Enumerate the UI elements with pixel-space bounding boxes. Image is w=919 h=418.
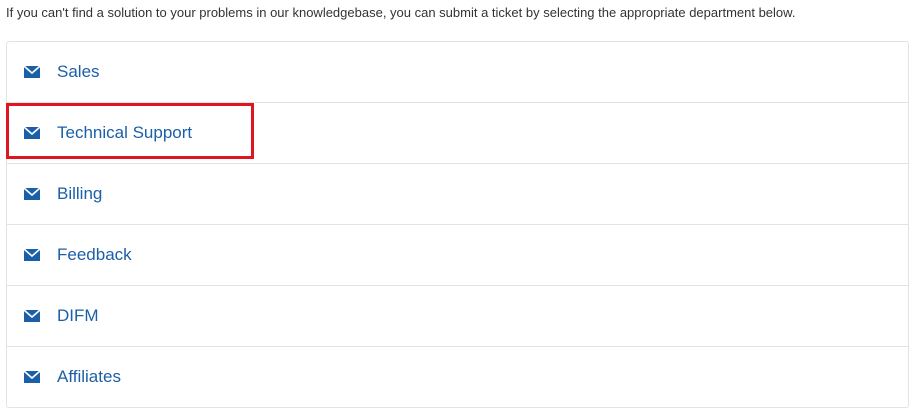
department-label[interactable]: Technical Support [57,123,192,143]
envelope-icon [24,127,40,139]
intro-text: If you can't find a solution to your pro… [6,5,796,20]
department-item-affiliates[interactable]: Affiliates [7,347,908,407]
department-item-technical-support[interactable]: Technical Support [7,103,908,164]
department-list: Sales Technical Support Billing Feedback… [6,41,909,408]
department-label[interactable]: DIFM [57,306,99,326]
department-item-difm[interactable]: DIFM [7,286,908,347]
department-label[interactable]: Sales [57,62,100,82]
department-item-sales[interactable]: Sales [7,42,908,103]
envelope-icon [24,249,40,261]
envelope-icon [24,188,40,200]
department-item-billing[interactable]: Billing [7,164,908,225]
envelope-icon [24,66,40,78]
department-label[interactable]: Affiliates [57,367,121,387]
department-label[interactable]: Billing [57,184,102,204]
envelope-icon [24,310,40,322]
department-item-feedback[interactable]: Feedback [7,225,908,286]
envelope-icon [24,371,40,383]
department-label[interactable]: Feedback [57,245,132,265]
